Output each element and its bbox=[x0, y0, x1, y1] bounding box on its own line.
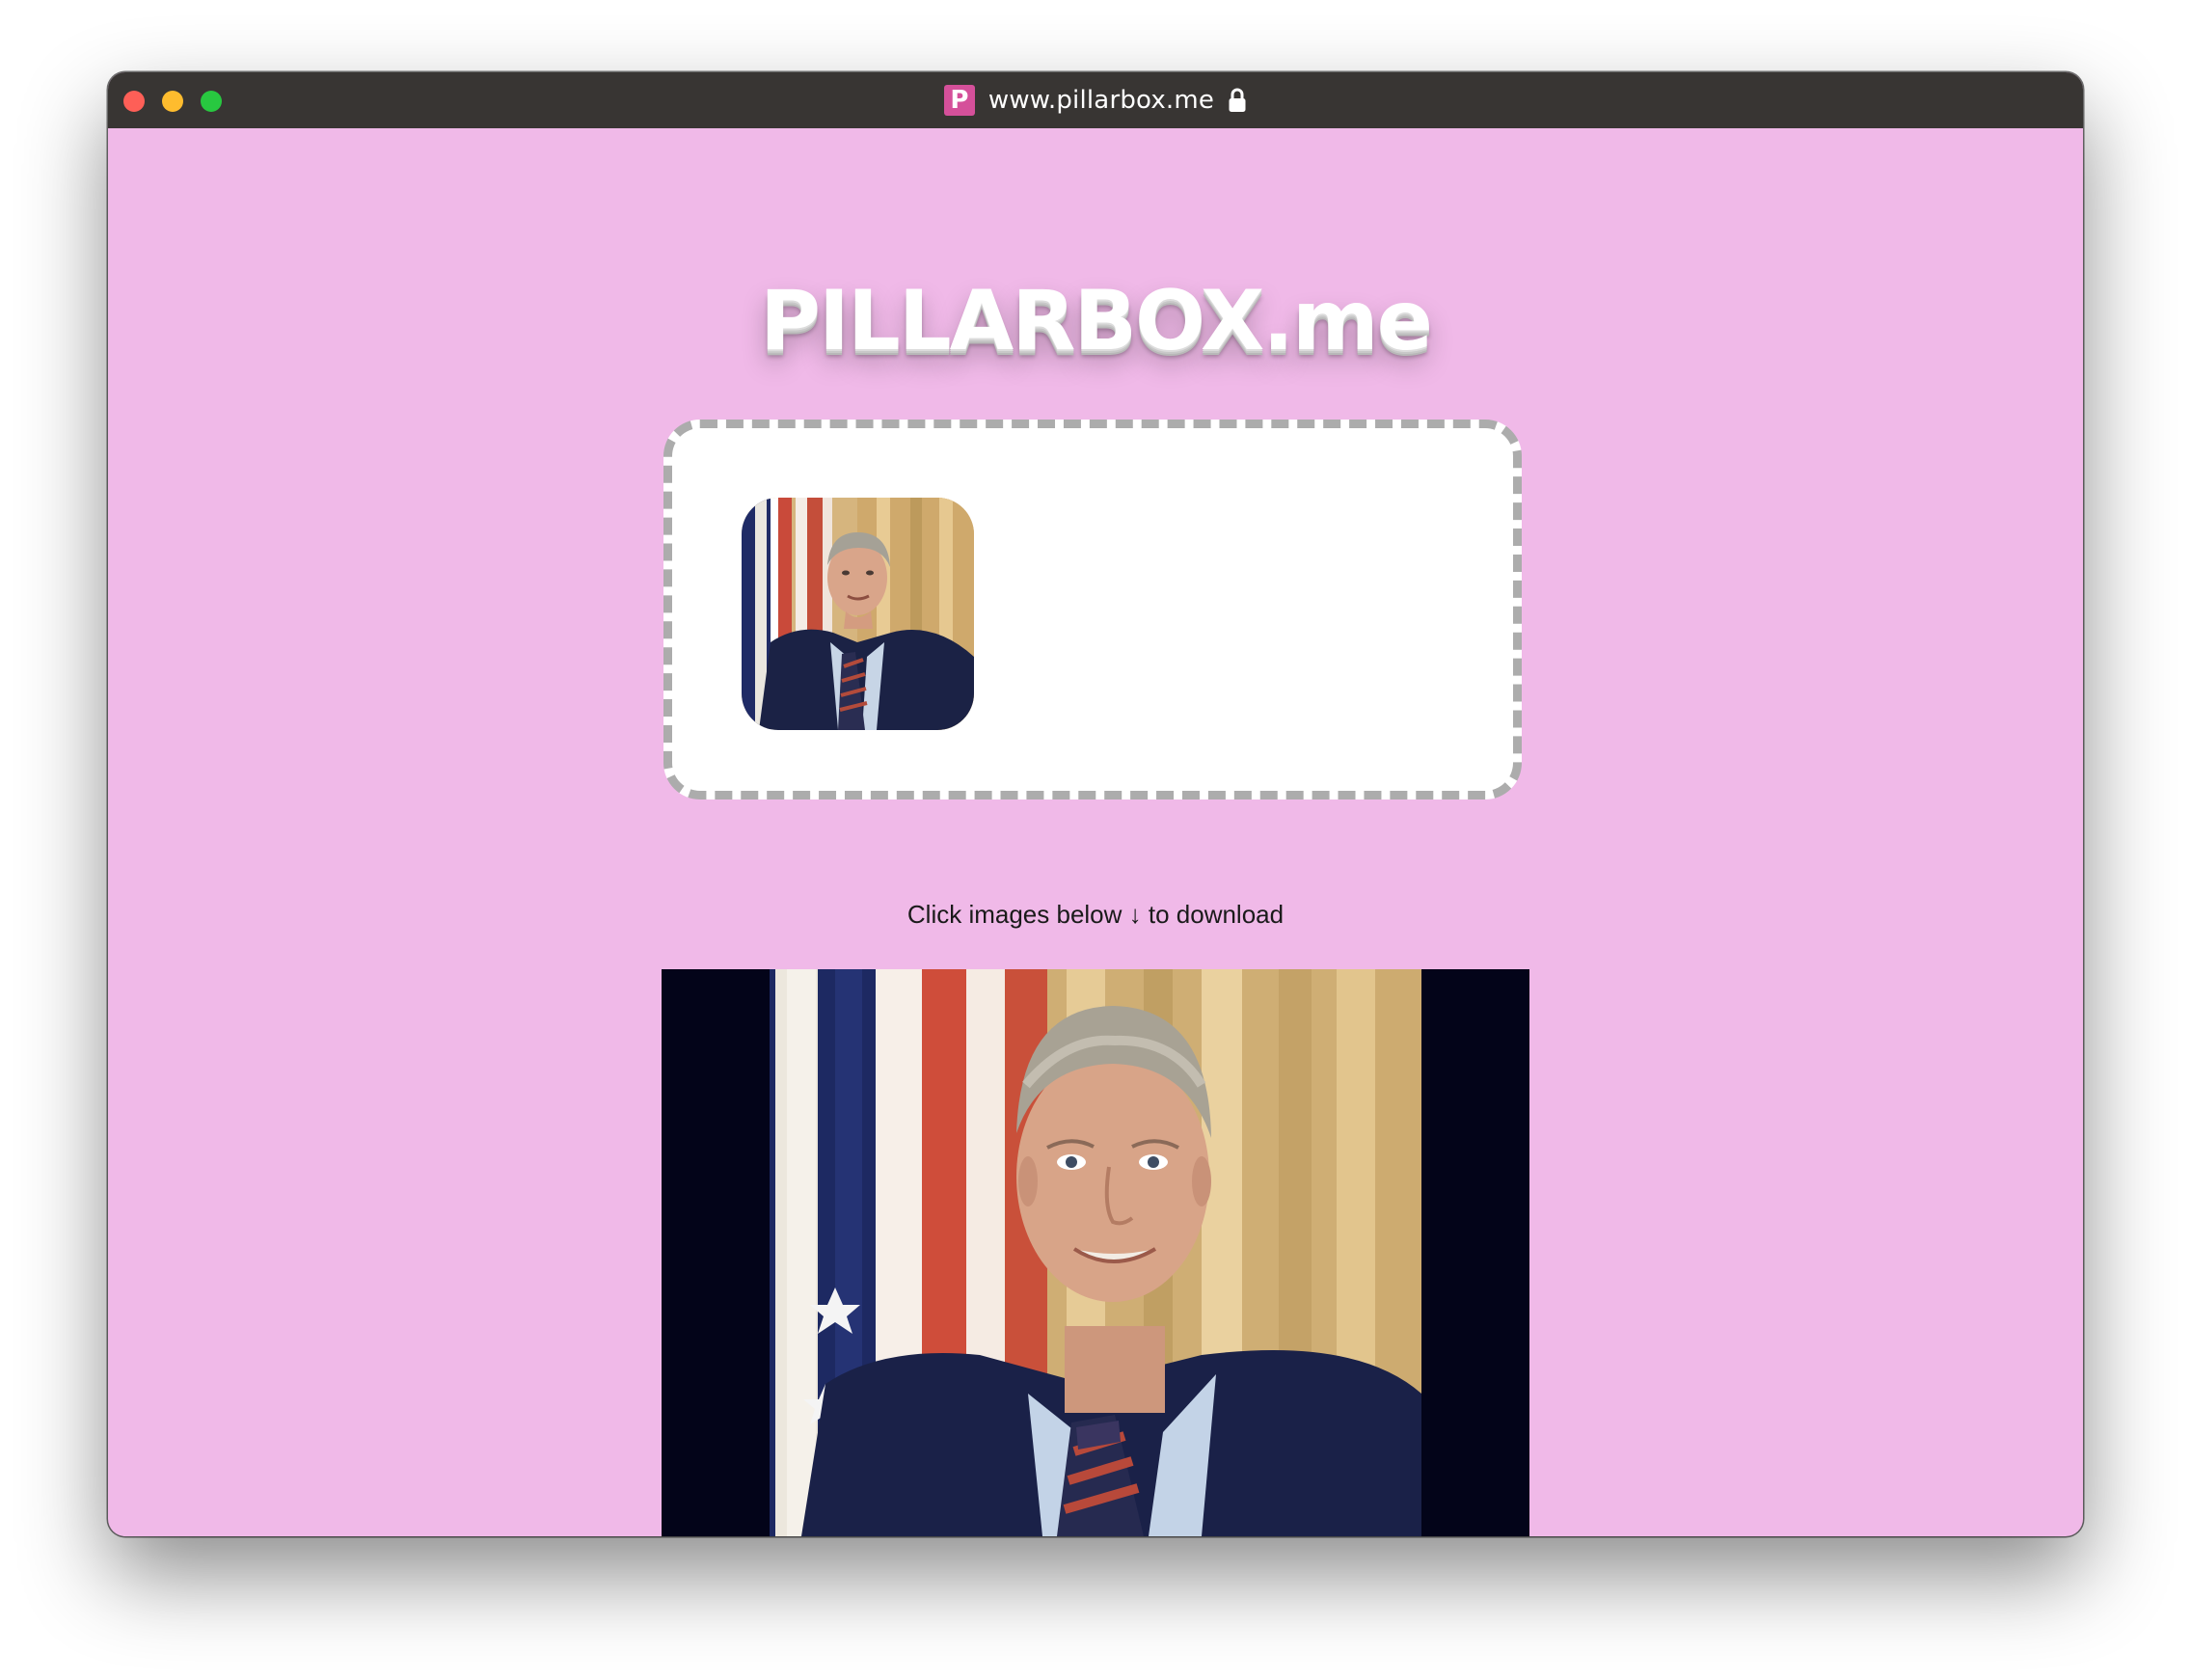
lock-icon bbox=[1228, 87, 1247, 114]
url-text: www.pillarbox.me bbox=[987, 86, 1215, 115]
uploaded-image-thumbnail bbox=[742, 498, 974, 730]
download-hint: Click images below ↓ to download bbox=[906, 900, 1285, 929]
title-bar: P www.pillarbox.me bbox=[108, 72, 2083, 128]
browser-window: P www.pillarbox.me PILLARBOX.me Click im… bbox=[108, 72, 2083, 1536]
pillarboxed-result-image[interactable] bbox=[662, 969, 1529, 1536]
page-title: PILLARBOX.me bbox=[760, 273, 1433, 369]
image-dropzone[interactable] bbox=[663, 420, 1522, 799]
address-bar[interactable]: P www.pillarbox.me bbox=[108, 72, 2083, 128]
page-content: PILLARBOX.me Click images below ↓ to dow… bbox=[108, 128, 2083, 1536]
site-favicon-icon: P bbox=[943, 85, 975, 116]
